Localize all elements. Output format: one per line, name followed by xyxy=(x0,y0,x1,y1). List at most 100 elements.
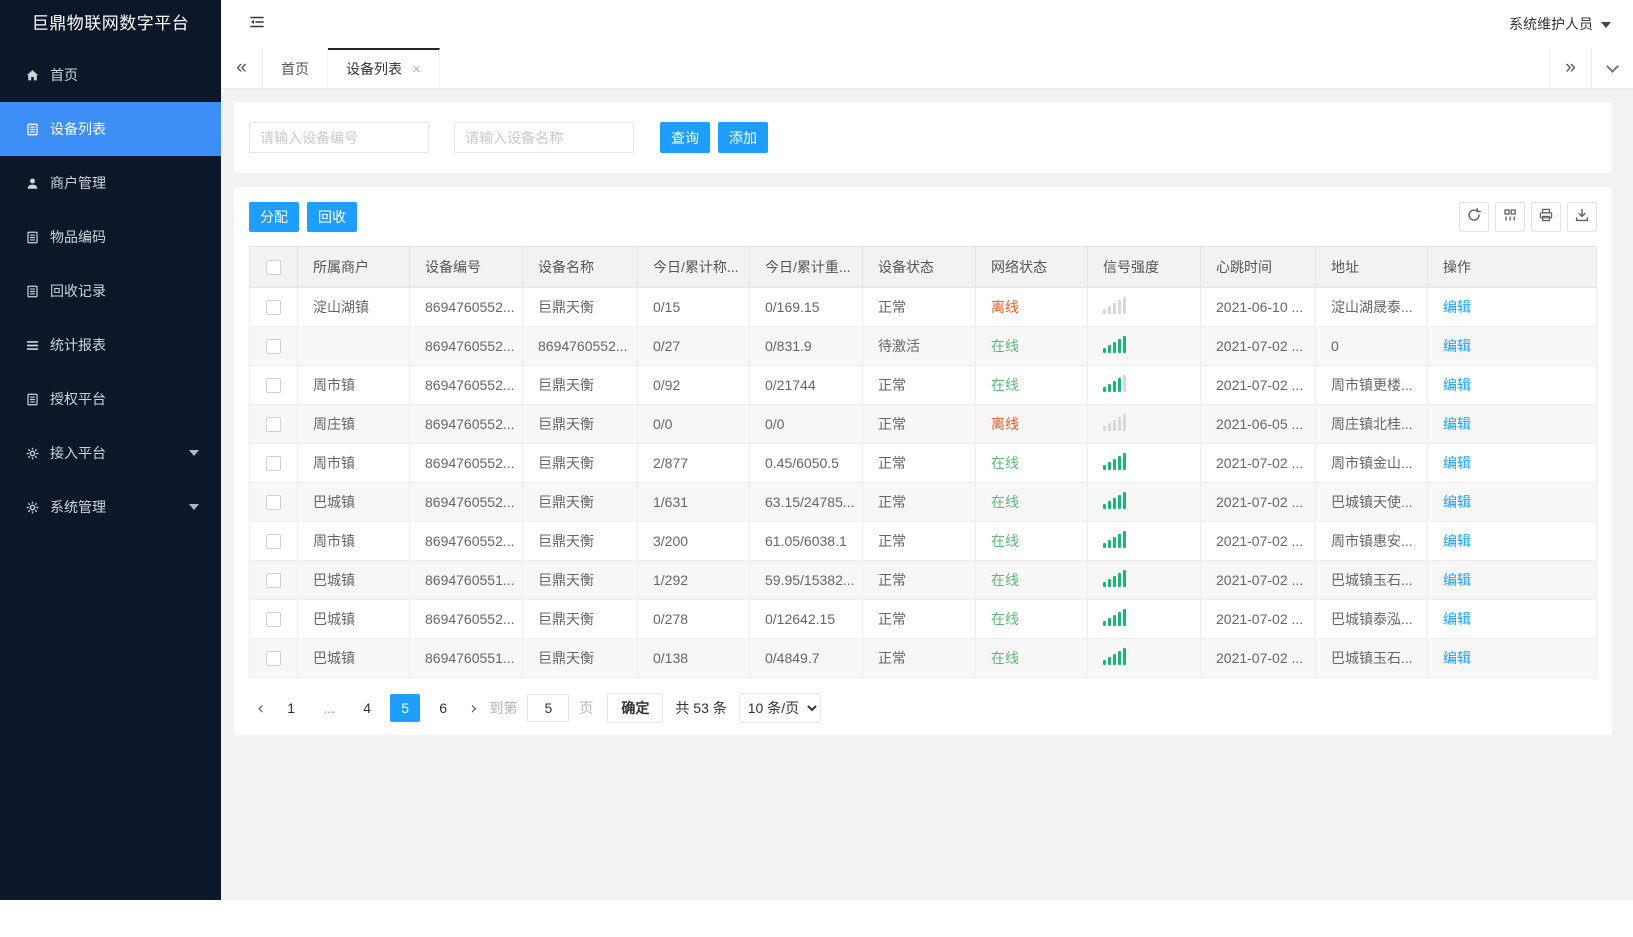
sidebar-item-9[interactable]: 系统管理 xyxy=(0,480,221,534)
page-number-1[interactable]: 1 xyxy=(276,694,306,722)
select-all-checkbox[interactable] xyxy=(266,260,281,276)
signal-bar xyxy=(1123,531,1126,548)
row-checkbox[interactable] xyxy=(266,495,281,511)
tab-label: 设备列表 xyxy=(346,61,402,77)
sidebar-item-8[interactable]: 接入平台 xyxy=(0,426,221,480)
print-button[interactable] xyxy=(1531,202,1561,232)
refresh-button[interactable] xyxy=(1459,202,1489,232)
row-checkbox[interactable] xyxy=(266,612,281,628)
sidebar-item-label: 统计报表 xyxy=(50,337,106,353)
edit-link[interactable]: 编辑 xyxy=(1443,494,1471,510)
page-size-select[interactable]: 10 条/页 xyxy=(738,693,821,723)
printer-icon xyxy=(1538,207,1554,228)
cell-device-status: 正常 xyxy=(862,365,976,405)
row-checkbox[interactable] xyxy=(266,534,281,550)
signal-bar xyxy=(1118,573,1121,587)
sidebar-item-5[interactable]: 回收记录 xyxy=(0,264,221,318)
device-no-input[interactable] xyxy=(249,122,429,153)
page-number-5[interactable]: 5 xyxy=(390,694,421,722)
cell-merchant: 巴城镇 xyxy=(297,560,410,600)
add-button[interactable]: 添加 xyxy=(718,122,768,153)
signal-bar xyxy=(1113,342,1116,353)
edit-link[interactable]: 编辑 xyxy=(1443,572,1471,588)
cell-heartbeat: 2021-07-02 ... xyxy=(1200,326,1316,366)
signal-bar xyxy=(1113,498,1116,509)
signal-strength-icon xyxy=(1103,609,1126,626)
cell-device-status: 待激活 xyxy=(862,326,976,366)
tab-2[interactable]: 设备列表 × xyxy=(328,48,440,88)
sidebar-item-label: 设备列表 xyxy=(50,121,106,137)
prev-page-button[interactable]: ‹ xyxy=(249,698,272,719)
cell-select xyxy=(249,365,298,405)
main-area: 系统维护人员 « 首页 设备列表 × » 查询 添加 分配 回收 xyxy=(221,0,1633,900)
next-page-button[interactable]: › xyxy=(462,698,485,719)
recycle-button[interactable]: 回收 xyxy=(307,202,357,232)
tabs-scroll-right-icon[interactable]: » xyxy=(1549,48,1591,88)
user-menu[interactable]: 系统维护人员 xyxy=(1509,14,1611,34)
tabs-menu-button[interactable] xyxy=(1591,48,1633,88)
cell-actions: 编辑 xyxy=(1427,404,1597,444)
row-checkbox[interactable] xyxy=(266,456,281,472)
export-button[interactable] xyxy=(1567,202,1597,232)
signal-bar xyxy=(1108,384,1111,392)
cell-merchant: 周庄镇 xyxy=(297,404,410,444)
confirm-button[interactable]: 确定 xyxy=(607,693,664,723)
row-checkbox[interactable] xyxy=(266,573,281,589)
cell-heartbeat: 2021-06-10 ... xyxy=(1200,287,1316,327)
signal-bar xyxy=(1123,453,1126,470)
cell-address: 周市镇金山... xyxy=(1315,443,1428,483)
clipboard-icon xyxy=(24,121,40,137)
sidebar-item-4[interactable]: 物品编码 xyxy=(0,210,221,264)
signal-bar xyxy=(1108,306,1111,314)
sidebar-item-label: 首页 xyxy=(50,67,78,83)
edit-link[interactable]: 编辑 xyxy=(1443,455,1471,471)
edit-link[interactable]: 编辑 xyxy=(1443,299,1471,315)
cell-signal xyxy=(1087,560,1201,600)
table-row: 巴城镇 8694760551... 巨鼎天衡 1/292 59.95/15382... 正… xyxy=(249,560,1597,600)
edit-link[interactable]: 编辑 xyxy=(1443,416,1471,432)
row-checkbox[interactable] xyxy=(266,417,281,433)
sidebar-item-label: 物品编码 xyxy=(50,229,106,245)
close-icon[interactable]: × xyxy=(412,62,421,77)
signal-bar xyxy=(1123,609,1126,626)
row-checkbox[interactable] xyxy=(266,300,281,316)
sidebar-item-3[interactable]: 商户管理 xyxy=(0,156,221,210)
edit-link[interactable]: 编辑 xyxy=(1443,611,1471,627)
tab-1[interactable]: 首页 xyxy=(263,48,328,88)
home-icon xyxy=(24,67,40,83)
row-checkbox[interactable] xyxy=(266,651,281,667)
select-all-header xyxy=(249,246,298,288)
sidebar-item-2[interactable]: 设备列表 xyxy=(0,102,221,156)
download-icon xyxy=(1574,207,1590,228)
gear-icon xyxy=(24,445,40,461)
edit-link[interactable]: 编辑 xyxy=(1443,338,1471,354)
page-number-6[interactable]: 6 xyxy=(428,694,458,722)
query-button[interactable]: 查询 xyxy=(660,122,710,153)
app-title: 巨鼎物联网数字平台 xyxy=(31,14,190,33)
edit-link[interactable]: 编辑 xyxy=(1443,650,1471,666)
cell-address: 巴城镇玉石... xyxy=(1315,560,1428,600)
edit-link[interactable]: 编辑 xyxy=(1443,533,1471,549)
cell-address: 周市镇惠安... xyxy=(1315,521,1428,561)
sidebar-item-6[interactable]: 统计报表 xyxy=(0,318,221,372)
edit-link[interactable]: 编辑 xyxy=(1443,377,1471,393)
sidebar-toggle-button[interactable] xyxy=(247,12,267,37)
assign-button[interactable]: 分配 xyxy=(249,202,299,232)
sidebar-item-7[interactable]: 授权平台 xyxy=(0,372,221,426)
row-checkbox[interactable] xyxy=(266,378,281,394)
signal-bar xyxy=(1108,540,1111,548)
signal-strength-icon xyxy=(1103,336,1126,353)
signal-strength-icon xyxy=(1103,297,1126,314)
signal-bar xyxy=(1103,543,1106,548)
signal-bar xyxy=(1103,426,1106,431)
page-number-4[interactable]: 4 xyxy=(352,694,382,722)
device-name-input[interactable] xyxy=(454,122,634,153)
goto-page-input[interactable] xyxy=(527,694,570,722)
cell-address: 淀山湖晟泰... xyxy=(1315,287,1428,327)
columns-button[interactable] xyxy=(1495,202,1525,232)
sidebar-item-1[interactable]: 首页 xyxy=(0,48,221,102)
column-header-10: 地址 xyxy=(1315,246,1428,288)
table-row: 巴城镇 8694760551... 巨鼎天衡 0/138 0/4849.7 正常 在线 202… xyxy=(249,638,1597,678)
tabs-scroll-left-icon[interactable]: « xyxy=(221,48,263,88)
row-checkbox[interactable] xyxy=(266,339,281,355)
